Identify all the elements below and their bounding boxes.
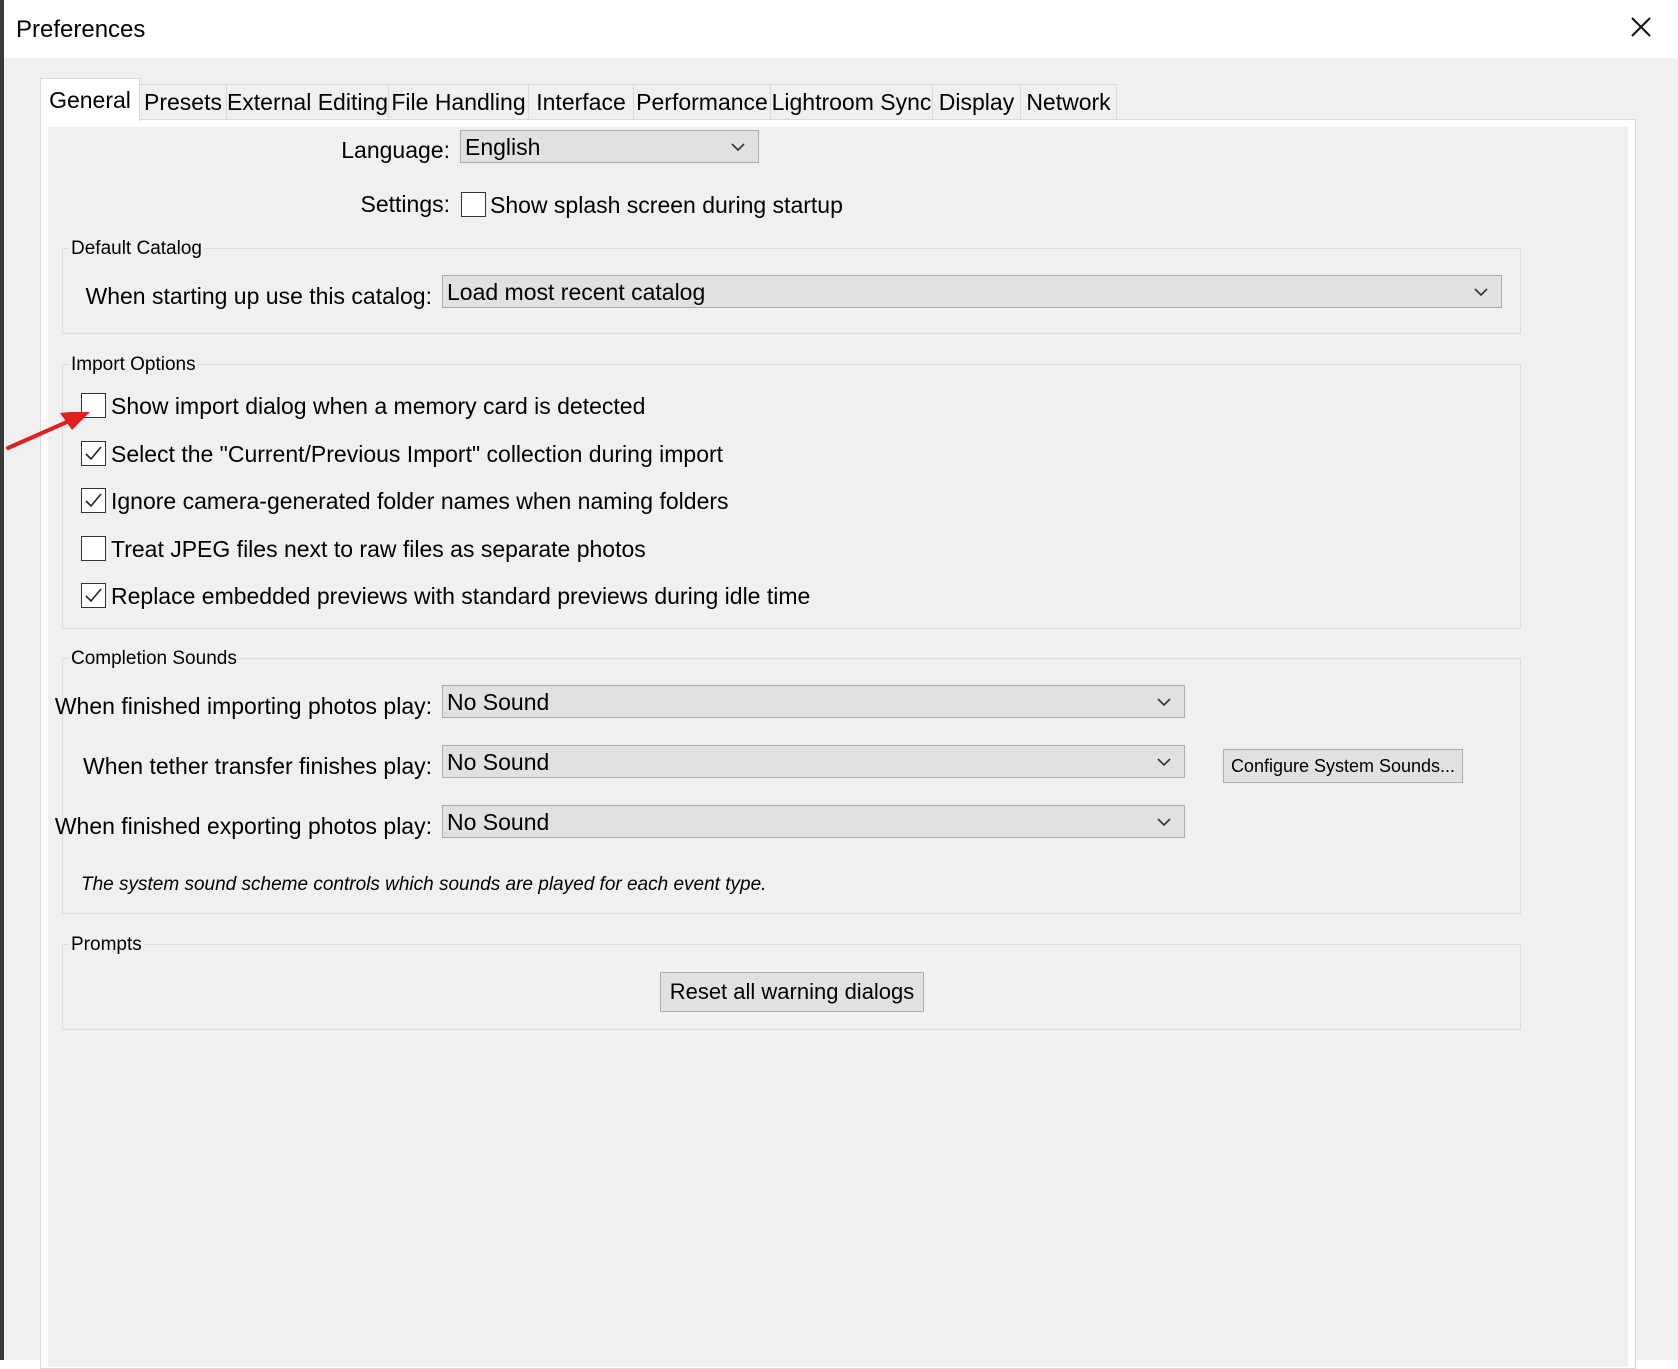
button-label: Reset all warning dialogs xyxy=(669,979,915,1004)
prompts-title: Prompts xyxy=(69,934,144,956)
tab-external-editing[interactable]: External Editing xyxy=(226,84,389,120)
tether-sound-label: When tether transfer finishes play: xyxy=(83,753,432,779)
sound-scheme-note: The system sound scheme controls which s… xyxy=(81,874,767,895)
checkmark-icon xyxy=(85,493,102,508)
tab-lightroom-sync[interactable]: Lightroom Sync xyxy=(770,84,933,120)
chevron-down-icon xyxy=(1157,698,1171,707)
tether-sound-select[interactable]: No Sound xyxy=(442,745,1185,778)
tab-performance[interactable]: Performance xyxy=(633,84,771,120)
settings-label: Settings: xyxy=(360,191,451,217)
tab-interface[interactable]: Interface xyxy=(528,84,634,120)
language-label: Language: xyxy=(341,137,450,163)
tether-sound-value: No Sound xyxy=(447,749,550,775)
replace-previews-label: Replace embedded previews with standard … xyxy=(111,583,811,609)
language-value: English xyxy=(465,134,541,160)
splash-screen-label: Show splash screen during startup xyxy=(490,192,843,218)
tab-label: Network xyxy=(1026,89,1111,115)
ignore-folder-names-checkbox[interactable] xyxy=(81,488,106,513)
checkmark-icon xyxy=(85,588,102,603)
splash-screen-checkbox[interactable] xyxy=(461,192,486,217)
catalog-label: When starting up use this catalog: xyxy=(85,283,432,309)
importing-sound-label: When finished importing photos play: xyxy=(54,693,432,719)
catalog-select[interactable]: Load most recent catalog xyxy=(442,275,1502,308)
tab-label: General xyxy=(49,86,131,113)
tab-label: Display xyxy=(938,89,1015,115)
exporting-sound-label: When finished exporting photos play: xyxy=(54,813,432,839)
tab-label: Lightroom Sync xyxy=(771,89,932,115)
chevron-down-icon xyxy=(1157,818,1171,827)
importing-sound-select[interactable]: No Sound xyxy=(442,685,1185,718)
tab-label: Presets xyxy=(144,89,222,115)
tab-label: External Editing xyxy=(226,89,389,115)
select-current-import-label: Select the "Current/Previous Import" col… xyxy=(111,441,724,467)
tab-general[interactable]: General xyxy=(40,78,140,121)
chevron-down-icon xyxy=(731,143,745,152)
button-label: Configure System Sounds... xyxy=(1230,755,1456,776)
treat-jpeg-separate-checkbox[interactable] xyxy=(81,536,106,561)
tab-label: Interface xyxy=(536,89,626,115)
chevron-down-icon xyxy=(1157,758,1171,767)
tab-file-handling[interactable]: File Handling xyxy=(388,84,529,120)
tab-display[interactable]: Display xyxy=(932,84,1021,120)
close-icon xyxy=(1631,17,1651,37)
exporting-sound-select[interactable]: No Sound xyxy=(442,805,1185,838)
reset-warning-dialogs-button[interactable]: Reset all warning dialogs xyxy=(660,972,924,1012)
language-select[interactable]: English xyxy=(460,130,759,163)
treat-jpeg-separate-label: Treat JPEG files next to raw files as se… xyxy=(111,536,646,562)
tab-label: File Handling xyxy=(391,89,526,115)
red-arrow-icon xyxy=(6,412,90,450)
importing-sound-value: No Sound xyxy=(447,689,550,715)
replace-previews-checkbox[interactable] xyxy=(81,583,106,608)
memory-card-import-label: Show import dialog when a memory card is… xyxy=(111,393,646,419)
title-bar: Preferences xyxy=(4,0,1678,58)
tab-presets[interactable]: Presets xyxy=(139,84,227,120)
chevron-down-icon xyxy=(1474,288,1488,297)
tab-label: Performance xyxy=(636,89,768,115)
default-catalog-title: Default Catalog xyxy=(69,238,204,260)
close-button[interactable] xyxy=(1620,8,1662,50)
window-title: Preferences xyxy=(16,16,146,43)
tab-network[interactable]: Network xyxy=(1020,84,1117,120)
completion-sounds-title: Completion Sounds xyxy=(69,648,239,670)
configure-system-sounds-button[interactable]: Configure System Sounds... xyxy=(1223,749,1463,783)
import-options-title: Import Options xyxy=(69,354,198,376)
catalog-value: Load most recent catalog xyxy=(447,279,706,305)
ignore-folder-names-label: Ignore camera-generated folder names whe… xyxy=(111,488,729,514)
exporting-sound-value: No Sound xyxy=(447,809,550,835)
